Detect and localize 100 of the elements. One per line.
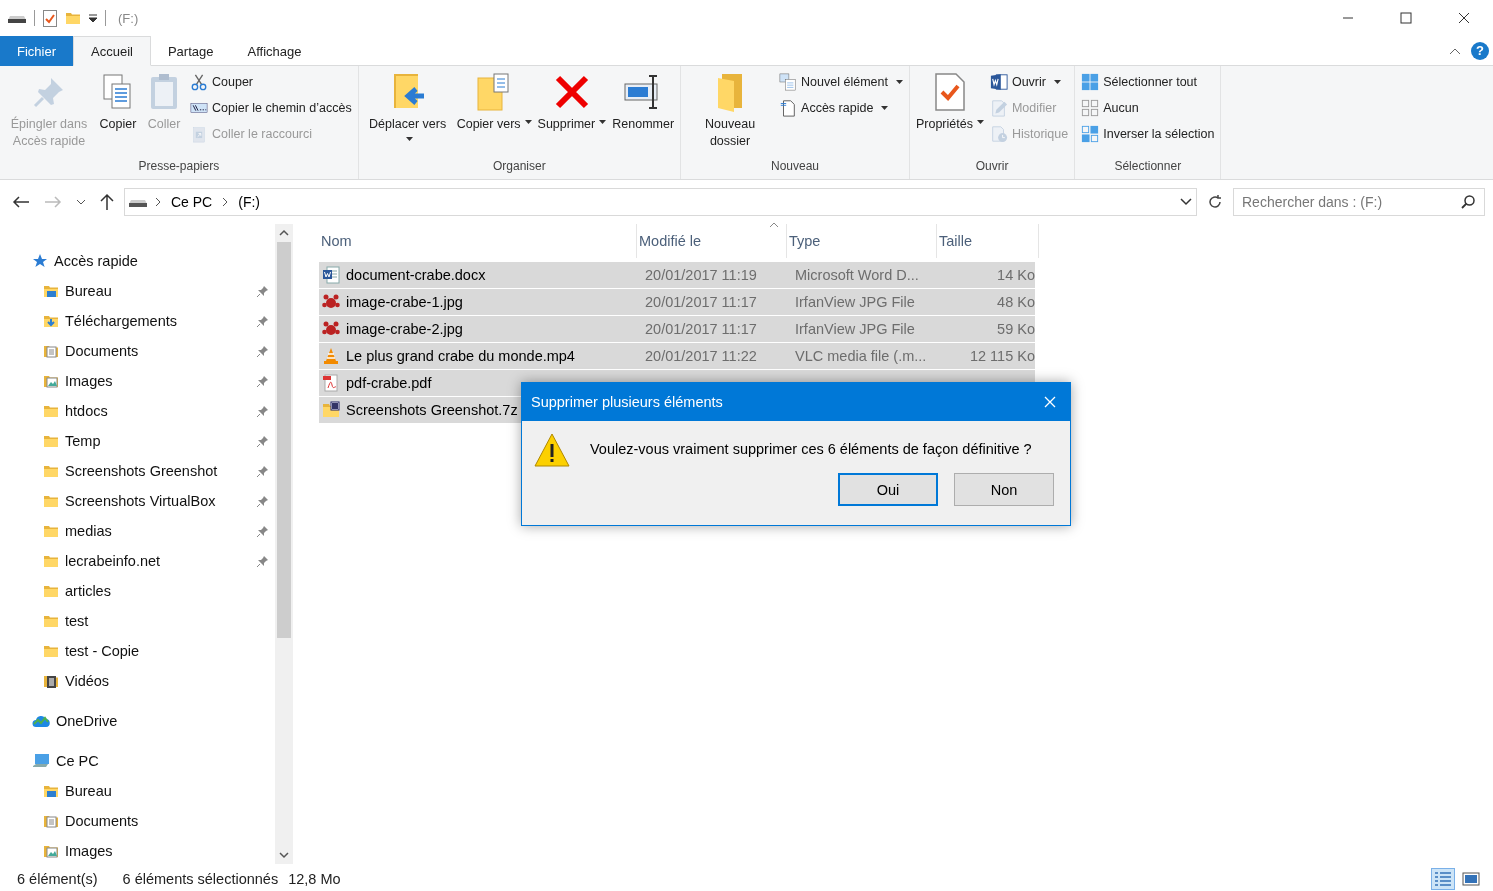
ribbon-button[interactable]: Copier xyxy=(96,70,140,159)
tree-item[interactable]: Vidéos xyxy=(0,666,275,696)
ribbon-button[interactable]: Propriétés xyxy=(913,70,986,159)
file-name: Le plus grand crabe du monde.mp4 xyxy=(346,348,575,364)
date-cell-text: 20/01/2017 11:22 xyxy=(644,348,758,364)
tree-item[interactable]: Documents xyxy=(0,806,275,836)
dropdown-icon[interactable] xyxy=(1180,198,1192,206)
computer-icon xyxy=(32,753,50,769)
tree-item[interactable]: Bureau xyxy=(0,276,275,306)
tree-item[interactable]: OneDrive xyxy=(0,706,275,736)
chevron-icon xyxy=(155,197,161,207)
customize-caret-icon[interactable] xyxy=(89,14,97,22)
file-menu-button[interactable]: Fichier xyxy=(0,36,73,66)
ribbon-button[interactable]: Aucun xyxy=(1079,98,1217,118)
address-bar[interactable]: Ce PC (F:) xyxy=(124,188,1197,216)
file-name: pdf-crabe.pdf xyxy=(346,375,432,391)
ribbon-tab[interactable]: Partage xyxy=(150,36,231,66)
pictures-folder-icon xyxy=(43,373,59,389)
shortcut-icon xyxy=(190,125,208,143)
ribbon-button[interactable]: Supprimer xyxy=(535,70,609,159)
ribbon-button[interactable]: Nouvel élément xyxy=(777,72,905,92)
dialog-button[interactable]: Non xyxy=(954,473,1054,506)
search-field[interactable]: Rechercher dans : (F:) xyxy=(1233,188,1485,216)
cloud-icon xyxy=(32,714,50,728)
size-cell-text: 12 115 Ko xyxy=(968,348,1035,364)
folder-icon xyxy=(43,463,59,479)
warning-icon xyxy=(534,433,570,467)
properties-icon[interactable] xyxy=(43,9,57,27)
downloads-folder-icon xyxy=(43,313,59,329)
date-cell-text: 20/01/2017 11:19 xyxy=(644,267,758,283)
file-name: document-crabe.docx xyxy=(346,267,486,283)
sort-caret-icon xyxy=(769,222,779,228)
tree-item[interactable]: lecrabeinfo.net xyxy=(0,546,275,576)
column-header[interactable]: Modifié le xyxy=(637,224,787,258)
size-cell-text: 14 Ko xyxy=(996,267,1035,283)
selection-size: 12,8 Mo xyxy=(288,871,341,887)
tree-item[interactable]: Temp xyxy=(0,426,275,456)
file-row[interactable]: image-crabe-1.jpg 20/01/2017 11:17 IrfanView JPG File 48 Ko xyxy=(319,289,1035,316)
tree-item[interactable]: Screenshots Greenshot xyxy=(0,456,275,486)
videos-folder-icon xyxy=(43,673,59,689)
dialog-title: Supprimer plusieurs éléments xyxy=(531,394,724,410)
caret-icon xyxy=(524,120,532,124)
size-cell-text: 48 Ko xyxy=(996,294,1035,310)
caret-icon xyxy=(895,80,903,84)
tree-item[interactable]: Screenshots VirtualBox xyxy=(0,486,275,516)
tree-item[interactable]: medias xyxy=(0,516,275,546)
tree-item[interactable]: Bureau xyxy=(0,776,275,806)
file-name: Screenshots Greenshot.7z xyxy=(346,402,518,418)
ribbon-button[interactable]: Ouvrir xyxy=(987,72,1071,92)
folder-icon xyxy=(43,613,59,629)
folder-icon xyxy=(43,523,59,539)
column-header[interactable]: Nom xyxy=(319,224,637,258)
tree-item[interactable]: articles xyxy=(0,576,275,606)
ribbon-button[interactable]: Sélectionner tout xyxy=(1079,72,1217,92)
column-header[interactable]: Type xyxy=(787,224,937,258)
ribbon-button[interactable]: Accès rapide xyxy=(777,98,905,118)
file-row[interactable]: Le plus grand crabe du monde.mp4 20/01/2017 11:22 VLC media file (.m... 12 115 Ko xyxy=(319,343,1035,370)
tree-item[interactable]: Documents xyxy=(0,336,275,366)
ribbon-button[interactable]: Copier le chemin d’accès xyxy=(188,98,354,118)
history-icon xyxy=(989,125,1008,143)
tree-item[interactable]: test xyxy=(0,606,275,636)
desktop-folder-icon xyxy=(43,283,59,299)
tree-item[interactable]: htdocs xyxy=(0,396,275,426)
close-icon xyxy=(1044,396,1056,408)
breadcrumb[interactable]: (F:) xyxy=(236,194,262,210)
column-header[interactable]: Taille xyxy=(937,224,1039,258)
ribbon-button[interactable]: Renommer xyxy=(610,70,677,159)
tree-item[interactable]: test - Copie xyxy=(0,636,275,666)
folder-icon xyxy=(43,643,59,659)
scrollbar[interactable] xyxy=(275,224,293,864)
details-view-button[interactable] xyxy=(1431,868,1455,890)
invert-selection-icon xyxy=(1081,125,1100,143)
pdf-file-icon xyxy=(322,374,340,392)
tree-item[interactable]: Téléchargements xyxy=(0,306,275,336)
help-button[interactable]: ? xyxy=(1471,41,1489,60)
file-row[interactable]: image-crabe-2.jpg 20/01/2017 11:17 IrfanView JPG File 59 Ko xyxy=(319,316,1035,343)
tree-item[interactable]: Images xyxy=(0,836,275,866)
select-all-icon xyxy=(1081,73,1100,91)
new-item-icon xyxy=(779,73,798,91)
scissors-icon xyxy=(190,73,208,91)
ribbon-button[interactable]: Couper xyxy=(188,72,354,92)
caret-icon xyxy=(881,106,889,110)
ribbon-button[interactable]: Nouveau dossier xyxy=(685,70,776,159)
ribbon-button[interactable]: Copier vers xyxy=(454,70,534,159)
group-label: Organiser xyxy=(492,159,547,175)
breadcrumb[interactable]: Ce PC xyxy=(169,194,215,210)
ribbon-button[interactable]: Inverser la sélection xyxy=(1079,124,1217,144)
tree-item[interactable]: Accès rapide xyxy=(0,246,275,276)
ribbon-tab[interactable]: Affichage xyxy=(230,36,319,66)
tree-item[interactable]: Images xyxy=(0,366,275,396)
ribbon-button[interactable]: Déplacer vers xyxy=(362,70,453,159)
tree-item[interactable]: Ce PC xyxy=(0,746,275,776)
dialog-button[interactable]: Oui xyxy=(838,473,938,506)
collapse-ribbon-icon[interactable] xyxy=(1449,46,1461,55)
star-icon xyxy=(32,253,48,269)
ribbon-tab[interactable]: Accueil xyxy=(73,36,151,66)
type-cell-text: VLC media file (.m... xyxy=(794,348,928,364)
size-cell-text: 59 Ko xyxy=(996,321,1035,337)
item-count: 6 élément(s) xyxy=(17,871,98,887)
file-row[interactable]: document-crabe.docx 20/01/2017 11:19 Microsoft Word D... 14 Ko xyxy=(319,262,1035,289)
